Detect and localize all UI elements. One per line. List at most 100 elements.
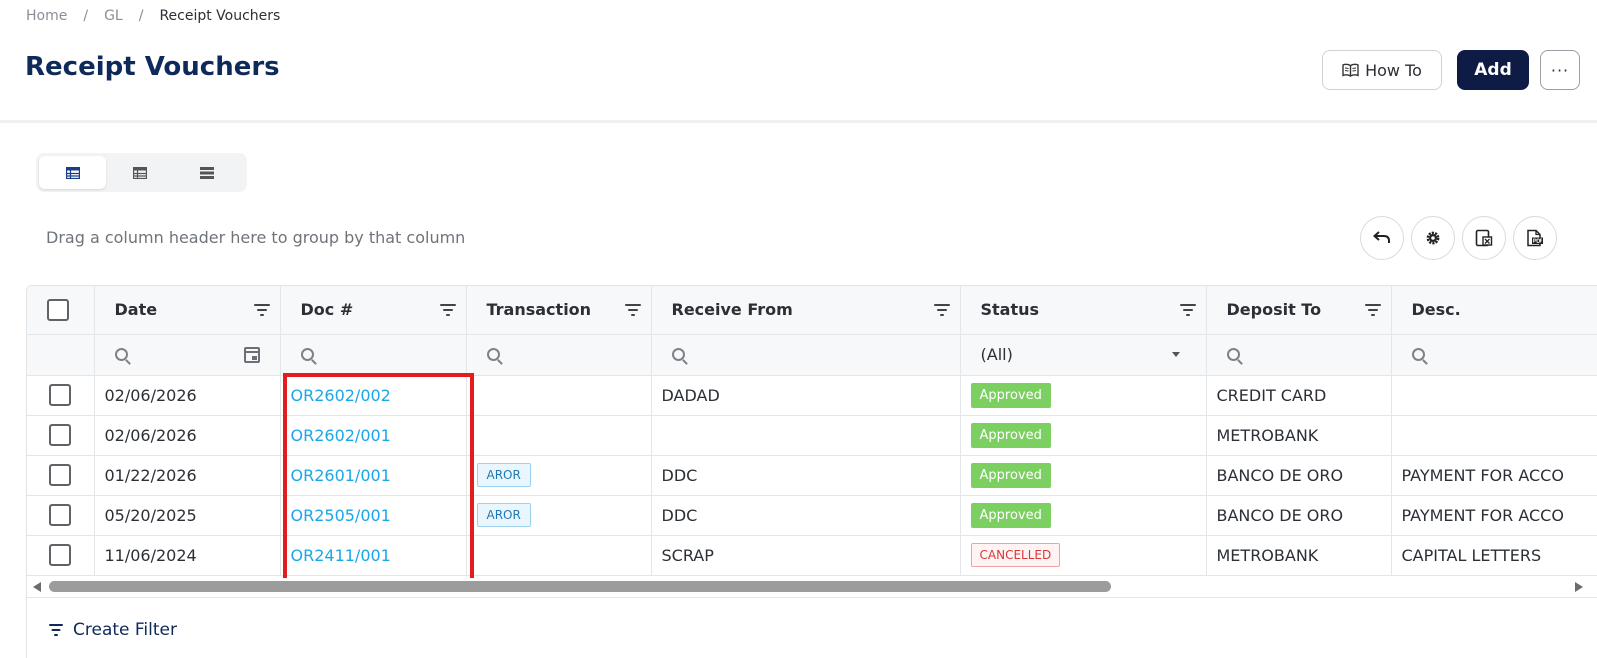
- receipt-vouchers-table: Date Doc # Transaction Receive From Stat…: [27, 286, 1597, 576]
- how-to-label: How To: [1365, 60, 1422, 80]
- column-filter-icon[interactable]: [1364, 303, 1381, 316]
- status-badge: Approved: [970, 462, 1051, 488]
- grid-footer: Create Filter: [27, 597, 1597, 658]
- export-pdf-button[interactable]: [1513, 216, 1557, 260]
- scroll-right-arrow[interactable]: [1575, 582, 1583, 592]
- settings-button[interactable]: [1411, 216, 1455, 260]
- status-badge: Approved: [970, 502, 1051, 528]
- column-label-transaction: Transaction: [486, 300, 592, 320]
- row-checkbox[interactable]: [49, 544, 72, 566]
- filter-row-spacer: [27, 334, 95, 376]
- column-header-deposit-to[interactable]: Deposit To: [1206, 286, 1392, 335]
- table-row[interactable]: 11/06/2024 OR2411/001 SCRAP CANCELLED ME…: [27, 535, 1597, 576]
- filter-deposit-to[interactable]: [1206, 334, 1392, 376]
- cell-date: 05/20/2025: [94, 495, 281, 536]
- breadcrumb-gl[interactable]: GL: [104, 8, 123, 24]
- doc-link[interactable]: OR2411/001: [291, 546, 391, 565]
- search-icon: [114, 348, 128, 361]
- cell-transaction: AROR: [466, 495, 652, 536]
- table-row[interactable]: 05/20/2025 OR2505/001 AROR DDC Approved …: [27, 495, 1597, 536]
- select-all-checkbox[interactable]: [47, 298, 69, 321]
- row-checkbox[interactable]: [49, 384, 72, 406]
- cell-deposit-to: METROBANK: [1206, 415, 1392, 456]
- row-select-cell: [27, 495, 95, 536]
- view-mode-list[interactable]: [106, 156, 173, 189]
- cell-desc: [1391, 375, 1597, 416]
- table-row[interactable]: 02/06/2026 OR2602/001 Approved METROBANK: [27, 415, 1597, 456]
- search-icon: [486, 348, 500, 361]
- column-header-date[interactable]: Date: [94, 286, 281, 335]
- export-excel-button[interactable]: [1462, 216, 1506, 260]
- search-icon: [300, 348, 314, 361]
- status-badge: Approved: [970, 382, 1051, 408]
- view-mode-toggle: [36, 153, 247, 192]
- cell-receive-from: SCRAP: [651, 535, 961, 576]
- cell-status: Approved: [960, 415, 1207, 456]
- filter-date[interactable]: [94, 334, 281, 376]
- transaction-tag: AROR: [476, 463, 531, 487]
- cell-desc: [1391, 415, 1597, 456]
- view-mode-table[interactable]: [39, 156, 106, 189]
- search-icon: [1411, 348, 1425, 361]
- filter-transaction[interactable]: [466, 334, 652, 376]
- settings-icon: [1426, 231, 1440, 245]
- column-filter-icon[interactable]: [439, 303, 456, 316]
- cell-desc: PAYMENT FOR ACCO: [1391, 455, 1597, 496]
- cell-transaction: [466, 375, 652, 416]
- transaction-tag: AROR: [476, 503, 531, 527]
- cell-deposit-to: BANCO DE ORO: [1206, 455, 1392, 496]
- book-icon: [1342, 63, 1359, 77]
- scrollbar-thumb[interactable]: [49, 581, 1111, 592]
- cell-transaction: AROR: [466, 455, 652, 496]
- add-button[interactable]: Add: [1457, 50, 1529, 90]
- row-select-cell: [27, 455, 95, 496]
- filter-status[interactable]: (All): [960, 334, 1207, 376]
- cell-doc: OR2602/002: [280, 375, 467, 416]
- group-by-hint: Drag a column header here to group by th…: [46, 228, 466, 247]
- cell-doc: OR2411/001: [280, 535, 467, 576]
- doc-link[interactable]: OR2601/001: [291, 466, 391, 485]
- table-row[interactable]: 02/06/2026 OR2602/002 DADAD Approved CRE…: [27, 375, 1597, 416]
- filter-doc[interactable]: [280, 334, 467, 376]
- breadcrumb: Home / GL / Receipt Vouchers: [26, 8, 280, 24]
- column-header-transaction[interactable]: Transaction: [466, 286, 652, 335]
- horizontal-scrollbar[interactable]: [27, 578, 1597, 596]
- cell-status: Approved: [960, 495, 1207, 536]
- cell-deposit-to: CREDIT CARD: [1206, 375, 1392, 416]
- filter-desc[interactable]: [1391, 334, 1597, 376]
- select-all-cell: [27, 286, 95, 335]
- filter-receive-from[interactable]: [651, 334, 961, 376]
- create-filter-button[interactable]: Create Filter: [49, 620, 177, 640]
- undo-button[interactable]: [1360, 216, 1404, 260]
- calendar-icon[interactable]: [243, 346, 260, 363]
- column-header-desc[interactable]: Desc.: [1391, 286, 1597, 335]
- doc-link[interactable]: OR2505/001: [291, 506, 391, 525]
- undo-icon: [1373, 231, 1390, 243]
- breadcrumb-home[interactable]: Home: [26, 8, 67, 24]
- column-label-desc: Desc.: [1411, 300, 1461, 320]
- column-header-receive-from[interactable]: Receive From: [651, 286, 961, 335]
- create-filter-label: Create Filter: [73, 620, 177, 640]
- column-header-doc[interactable]: Doc #: [280, 286, 467, 335]
- how-to-button[interactable]: How To: [1322, 50, 1442, 90]
- column-filter-icon[interactable]: [253, 303, 270, 316]
- doc-link[interactable]: OR2602/002: [291, 386, 391, 405]
- row-checkbox[interactable]: [49, 464, 72, 486]
- column-filter-icon[interactable]: [1179, 303, 1196, 316]
- row-checkbox[interactable]: [49, 424, 72, 446]
- scroll-left-arrow[interactable]: [33, 582, 41, 592]
- doc-link[interactable]: OR2602/001: [291, 426, 391, 445]
- chevron-down-icon: [1171, 352, 1180, 357]
- column-filter-icon[interactable]: [624, 303, 641, 316]
- column-header-status[interactable]: Status: [960, 286, 1207, 335]
- row-select-cell: [27, 535, 95, 576]
- cell-status: Approved: [960, 375, 1207, 416]
- view-mode-compact[interactable]: [173, 156, 240, 189]
- row-checkbox[interactable]: [49, 504, 72, 526]
- more-options-button[interactable]: ···: [1540, 50, 1580, 90]
- table-row[interactable]: 01/22/2026 OR2601/001 AROR DDC Approved …: [27, 455, 1597, 496]
- search-icon: [1226, 348, 1240, 361]
- column-filter-icon[interactable]: [933, 303, 950, 316]
- page-title: Receipt Vouchers: [25, 52, 280, 82]
- cell-receive-from: [651, 415, 961, 456]
